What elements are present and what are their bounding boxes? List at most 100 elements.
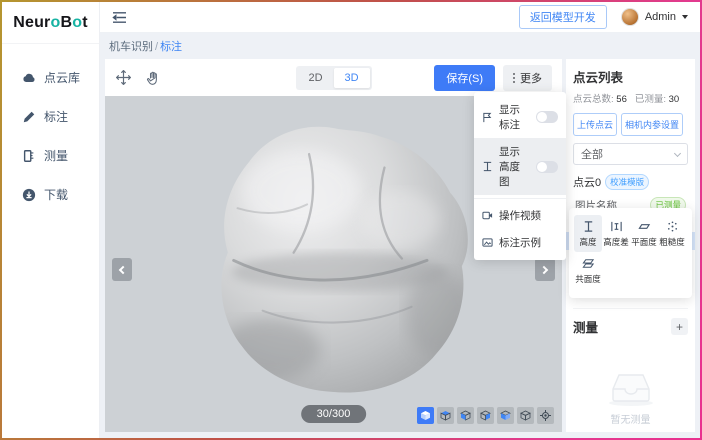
menu-item-label: 标注示例 xyxy=(499,235,558,250)
tool-label: 平面度 xyxy=(631,236,657,248)
tool-coplanarity[interactable]: 共面度 xyxy=(574,252,602,289)
more-button[interactable]: 更多 xyxy=(503,65,552,91)
logo-text: t xyxy=(82,14,88,32)
total-label: 点云总数: xyxy=(573,94,614,105)
logo-text: Neur xyxy=(13,14,50,32)
cube-icon xyxy=(520,410,531,421)
mode-2d-button[interactable]: 2D xyxy=(298,68,334,88)
cube-icon xyxy=(500,410,511,421)
flatness-tool-icon xyxy=(638,220,651,233)
back-to-model-dev-button[interactable]: 返回模型开发 xyxy=(519,5,607,29)
cloud-icon xyxy=(22,71,36,85)
view-cube-side-button[interactable] xyxy=(477,407,494,424)
view-cube-back-button[interactable] xyxy=(497,407,514,424)
sidebar-item-pointcloud-library[interactable]: 点云库 xyxy=(2,58,99,97)
tool-label: 高度差 xyxy=(603,236,629,248)
measured-label: 已测量: xyxy=(635,94,666,105)
tool-label: 高度 xyxy=(579,236,596,248)
mode-3d-button[interactable]: 3D xyxy=(334,68,370,88)
measure-section-title: 测量 xyxy=(573,317,598,336)
add-measurement-button[interactable]: + xyxy=(671,318,688,335)
cube-icon xyxy=(440,410,451,421)
filter-selected-value: 全部 xyxy=(581,146,603,162)
breadcrumb-parent[interactable]: 机车识别 xyxy=(109,41,153,53)
sidebar-item-label: 测量 xyxy=(44,147,68,164)
total-value: 56 xyxy=(616,94,627,105)
view-cube-bottom-button[interactable] xyxy=(517,407,534,424)
show-annotation-toggle[interactable] xyxy=(536,111,558,123)
roughness-tool-icon xyxy=(666,220,679,233)
download-icon xyxy=(22,188,36,202)
measured-value: 30 xyxy=(669,94,680,105)
pen-icon xyxy=(22,110,36,124)
pointcloud-group[interactable]: 点云0 校准模版 xyxy=(573,174,688,190)
menu-item-show-annotation[interactable]: 显示标注 xyxy=(474,96,566,138)
sidebar-item-label: 标注 xyxy=(44,108,68,125)
prev-image-button[interactable] xyxy=(112,258,132,281)
tooth-3d-model xyxy=(195,114,485,402)
pointcloud-panel: 点云列表 点云总数: 56 已测量: 30 上传点云 相机内参设置 全部 点 xyxy=(566,59,695,432)
sidebar-item-label: 点云库 xyxy=(44,69,80,86)
vertical-dots-icon xyxy=(513,77,515,79)
canvas-toolbar: 2D 3D 保存(S) 更多 xyxy=(105,59,562,96)
menu-item-label: 显示标注 xyxy=(499,102,530,132)
tool-height-diff[interactable]: 高度差 xyxy=(602,215,630,252)
measure-section-header: 测量 + xyxy=(573,308,688,336)
measure-tool-popup: 高度 高度差 平面度 xyxy=(569,208,692,298)
next-image-button[interactable] xyxy=(535,258,555,281)
avatar xyxy=(621,8,639,26)
hand-grab-icon[interactable] xyxy=(146,70,161,86)
more-label: 更多 xyxy=(520,70,542,86)
topbar: 返回模型开发 Admin xyxy=(100,2,700,33)
save-button[interactable]: 保存(S) xyxy=(434,65,495,91)
height-diff-tool-icon xyxy=(610,220,623,233)
upload-pointcloud-button[interactable]: 上传点云 xyxy=(573,113,617,136)
panel-title: 点云列表 xyxy=(573,67,688,86)
tool-height[interactable]: 高度 xyxy=(574,215,602,252)
show-heightmap-toggle[interactable] xyxy=(536,161,558,173)
breadcrumb-current: 标注 xyxy=(160,41,182,53)
image-icon xyxy=(482,237,493,248)
tool-roughness[interactable]: 粗糙度 xyxy=(658,215,686,252)
view-cube-front-button[interactable] xyxy=(457,407,474,424)
menu-item-annotation-example[interactable]: 标注示例 xyxy=(474,229,566,256)
image-counter: 30/300 xyxy=(301,405,367,423)
tool-label: 粗糙度 xyxy=(659,236,685,248)
collapse-sidebar-icon[interactable] xyxy=(112,11,127,24)
view-cube-top-button[interactable] xyxy=(437,407,454,424)
view-cube-iso-button[interactable] xyxy=(417,407,434,424)
chevron-right-icon xyxy=(540,265,548,273)
more-dropdown-menu: 显示标注 显示高度图 操作视频 xyxy=(474,92,566,260)
menu-divider xyxy=(474,198,566,199)
empty-state-text: 暂无测量 xyxy=(611,411,651,426)
cube-icon xyxy=(460,410,471,421)
menu-item-operation-video[interactable]: 操作视频 xyxy=(474,202,566,229)
template-badge: 校准模版 xyxy=(605,174,649,190)
coplanarity-tool-icon xyxy=(582,257,595,270)
logo-text: B xyxy=(60,14,72,32)
empty-state: 暂无测量 xyxy=(573,336,688,428)
video-icon xyxy=(482,210,493,221)
chevron-left-icon xyxy=(119,265,127,273)
cube-icon xyxy=(420,410,431,421)
flag-icon xyxy=(482,112,493,123)
panel-stats: 点云总数: 56 已测量: 30 xyxy=(573,91,688,105)
logo: NeuroBot xyxy=(2,2,99,44)
crosshair-target-icon xyxy=(540,410,551,421)
sidebar-item-label: 下载 xyxy=(44,186,68,203)
app-frame: NeuroBot 点云库 标注 测量 下载 返回模型开发 xyxy=(0,0,702,440)
sidebar-item-measure[interactable]: 测量 xyxy=(2,136,99,175)
reset-view-button[interactable] xyxy=(537,407,554,424)
user-menu[interactable]: Admin xyxy=(621,8,688,26)
pointcloud-name: 点云0 xyxy=(573,174,601,190)
sidebar-item-download[interactable]: 下载 xyxy=(2,175,99,214)
dimension-toggle: 2D 3D xyxy=(296,66,372,90)
camera-intrinsics-button[interactable]: 相机内参设置 xyxy=(621,113,683,136)
sidebar-item-annotation[interactable]: 标注 xyxy=(2,97,99,136)
tool-flatness[interactable]: 平面度 xyxy=(630,215,658,252)
filter-select[interactable]: 全部 xyxy=(573,143,688,165)
height-tool-icon xyxy=(582,220,595,233)
gear-o-icon: o xyxy=(72,14,82,32)
menu-item-show-heightmap[interactable]: 显示高度图 xyxy=(474,138,566,195)
move-pan-icon[interactable] xyxy=(115,69,132,86)
